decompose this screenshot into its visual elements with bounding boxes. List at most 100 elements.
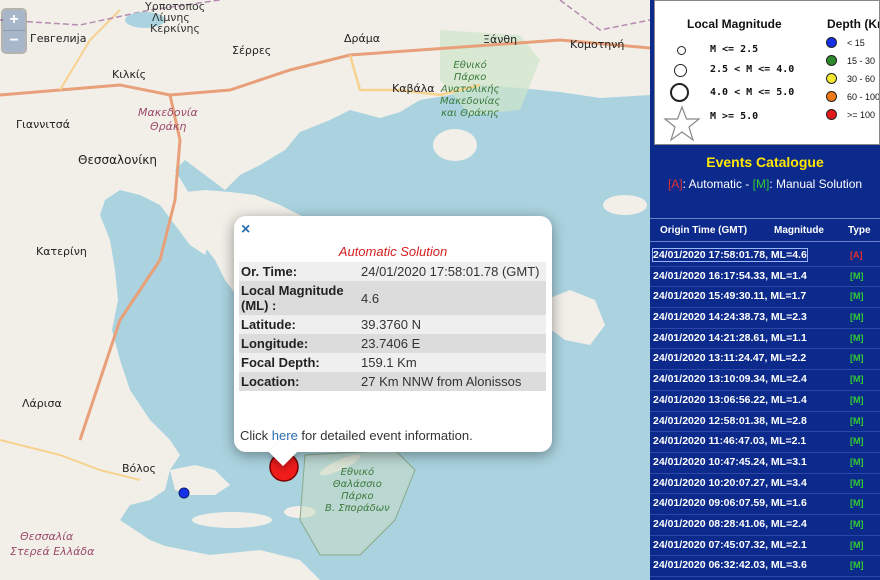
popup-key: Local Magnitude (ML) :	[239, 281, 359, 315]
event-row[interactable]: 24/01/2020 14:24:38.73, ML=2.3 [M]	[650, 308, 880, 329]
event-row-text[interactable]: 24/01/2020 15:49:30.11, ML=1.7	[653, 290, 806, 302]
legend-magnitude-1: M <= 2.5	[710, 44, 759, 55]
event-row-text[interactable]: 24/01/2020 09:06:07.59, ML=1.6	[653, 497, 807, 509]
event-row[interactable]: 24/01/2020 13:06:56.22, ML=1.4 [M]	[650, 391, 880, 412]
map-label-gevgelija: Гевгелија	[30, 32, 87, 45]
event-row-text[interactable]: 24/01/2020 06:32:42.03, ML=3.6	[653, 559, 807, 571]
map-label-giannitsa: Γιαννιτσά	[16, 118, 70, 131]
map-label-kerkinis: Κερκίνης	[150, 22, 200, 35]
catalogue-table-header: Origin Time (GMT) Magnitude Type	[650, 218, 880, 242]
event-row-type: [M]	[850, 539, 864, 550]
event-row-text[interactable]: 24/01/2020 13:11:24.47, ML=2.2	[653, 352, 806, 364]
event-row[interactable]: 24/01/2020 10:47:45.24, ML=3.1 [M]	[650, 453, 880, 474]
event-row-text[interactable]: 24/01/2020 17:58:01.78, ML=4.6	[652, 248, 808, 262]
event-row-text[interactable]: 24/01/2020 14:24:38.73, ML=2.3	[653, 311, 807, 323]
event-row[interactable]: 24/01/2020 15:49:30.11, ML=1.7 [M]	[650, 287, 880, 309]
event-row-type: [M]	[850, 394, 864, 405]
popup-row-location: Location: 27 Km NNW from Alonissos	[239, 372, 546, 391]
event-row-text[interactable]: 24/01/2020 10:47:45.24, ML=3.1	[653, 456, 807, 468]
depth-dot-icon	[826, 55, 837, 66]
event-row-type: [A]	[850, 250, 863, 260]
event-popup: × Automatic Solution Or. Time: 24/01/202…	[234, 216, 552, 467]
depth-dot-icon	[826, 109, 837, 120]
event-row[interactable]: 24/01/2020 17:58:01.78, ML=4.6 [A]	[650, 246, 880, 267]
event-row-text[interactable]: 24/01/2020 13:10:09.34, ML=2.4	[653, 373, 807, 385]
popup-value: 27 Km NNW from Alonissos	[359, 372, 546, 391]
event-row-type: [M]	[850, 477, 864, 488]
event-row[interactable]: 24/01/2020 10:20:07.27, ML=3.4 [M]	[650, 474, 880, 495]
event-row[interactable]: 24/01/2020 13:10:09.34, ML=2.4 [M]	[650, 370, 880, 391]
magnitude-medium-circle-icon	[674, 64, 687, 77]
map-view[interactable]: Гевгелија Υρποτοπος Λίμνης Κερκίνης Δράμ…	[0, 0, 650, 580]
event-row-text[interactable]: 24/01/2020 14:21:28.61, ML=1.1	[653, 332, 807, 344]
magnitude-large-circle-icon	[670, 83, 689, 102]
popup-value: 159.1 Km	[359, 353, 546, 372]
event-row[interactable]: 24/01/2020 06:32:42.03, ML=3.6 [M]	[650, 556, 880, 577]
popup-footer: Click here for detailed event informatio…	[240, 428, 473, 443]
map-label-thessalia: Θεσσαλία	[20, 530, 74, 543]
map-label-kavala: Καβάλα	[392, 82, 435, 95]
popup-row-longitude: Longitude: 23.7406 E	[239, 334, 546, 353]
event-row[interactable]: 24/01/2020 12:58:01.38, ML=2.8 [M]	[650, 412, 880, 433]
magnitude-star-icon	[663, 105, 701, 142]
popup-close-button[interactable]: ×	[241, 221, 250, 239]
event-row[interactable]: 24/01/2020 13:11:24.47, ML=2.2 [M]	[650, 349, 880, 371]
event-row-type: [M]	[850, 560, 864, 571]
zoom-control: + −	[3, 10, 25, 52]
legend-magnitude-4: M >= 5.0	[710, 111, 759, 122]
event-row-type: [M]	[850, 312, 864, 323]
event-row-type: [M]	[850, 415, 864, 426]
event-row-text[interactable]: 24/01/2020 16:17:54.33, ML=1.4	[653, 270, 807, 282]
event-row-text[interactable]: 24/01/2020 07:45:07.32, ML=2.1	[653, 539, 807, 551]
event-row-text[interactable]: 24/01/2020 11:46:47.03, ML=2.1	[653, 435, 806, 447]
popup-row-depth: Focal Depth: 159.1 Km	[239, 353, 546, 372]
popup-row-magnitude: Local Magnitude (ML) : 4.6	[239, 281, 546, 315]
popup-key: Location:	[239, 372, 359, 391]
event-row-text[interactable]: 24/01/2020 08:28:41.06, ML=2.4	[653, 518, 807, 530]
event-row[interactable]: 24/01/2020 11:46:47.03, ML=2.1 [M]	[650, 432, 880, 453]
col-origin-time: Origin Time (GMT)	[660, 225, 748, 236]
col-magnitude: Magnitude	[774, 225, 824, 236]
popup-value: 39.3760 N	[359, 315, 546, 334]
map-label-makedonia: Μακεδονία	[138, 106, 198, 119]
map-label-park-sporades: Εθνικό Θαλάσσιο Πάρκο Β. Σποράδων	[325, 467, 390, 514]
map-label-thraki: Θράκη	[150, 120, 187, 133]
catalogue-subtitle: [A]: Automatic - [M]: Manual Solution	[667, 177, 863, 191]
event-row-type: [M]	[850, 332, 864, 343]
popup-title: Automatic Solution	[338, 244, 448, 259]
popup-value: 23.7406 E	[359, 334, 546, 353]
event-row[interactable]: 24/01/2020 08:28:41.06, ML=2.4 [M]	[650, 515, 880, 536]
legend-magnitude-2: 2.5 < M <= 4.0	[710, 64, 795, 75]
event-row-type: [M]	[850, 353, 864, 364]
catalogue-title: Events Catalogue	[706, 154, 824, 170]
depth-dot-icon	[826, 37, 837, 48]
event-row-type: [M]	[850, 498, 864, 509]
map-label-volos: Βόλος	[122, 462, 156, 475]
map-label-sterea: Στερεά Ελλάδα	[10, 545, 95, 558]
event-row-text[interactable]: 24/01/2020 13:06:56.22, ML=1.4	[653, 394, 807, 406]
legend-magnitude-title: Local Magnitude	[687, 17, 782, 31]
zoom-out-button[interactable]: −	[3, 31, 25, 52]
popup-key: Latitude:	[239, 315, 359, 334]
col-type: Type	[848, 225, 871, 236]
zoom-in-button[interactable]: +	[3, 10, 25, 31]
event-row-text[interactable]: 24/01/2020 10:20:07.27, ML=3.4	[653, 477, 807, 489]
popup-row-or-time: Or. Time: 24/01/2020 17:58:01.78 (GMT)	[239, 262, 546, 281]
map-label-katerini: Κατερίνη	[36, 245, 87, 258]
map-label-serres: Σέρρες	[232, 44, 272, 57]
event-row[interactable]: 24/01/2020 16:17:54.33, ML=1.4 [M]	[650, 267, 880, 288]
event-details-link[interactable]: here	[272, 428, 298, 443]
event-row[interactable]: 24/01/2020 07:45:07.32, ML=2.1 [M]	[650, 536, 880, 557]
event-row[interactable]: 24/01/2020 14:21:28.61, ML=1.1 [M]	[650, 329, 880, 350]
map-label-kilkis: Κιλκίς	[112, 68, 147, 81]
depth-dot-icon	[826, 73, 837, 84]
map-label-drama: Δράμα	[344, 32, 381, 45]
event-row-type: [M]	[850, 291, 864, 302]
popup-value: 24/01/2020 17:58:01.78 (GMT)	[359, 262, 546, 281]
magnitude-small-circle-icon	[677, 46, 686, 55]
popup-key: Focal Depth:	[239, 353, 359, 372]
event-row-type: [M]	[850, 518, 864, 529]
event-row[interactable]: 24/01/2020 09:06:07.59, ML=1.6 [M]	[650, 494, 880, 515]
map-label-park-east: Εθνικό Πάρκο Ανατολικής Μακεδονίας και Θράκη…	[440, 60, 501, 119]
event-row-text[interactable]: 24/01/2020 12:58:01.38, ML=2.8	[653, 415, 807, 427]
